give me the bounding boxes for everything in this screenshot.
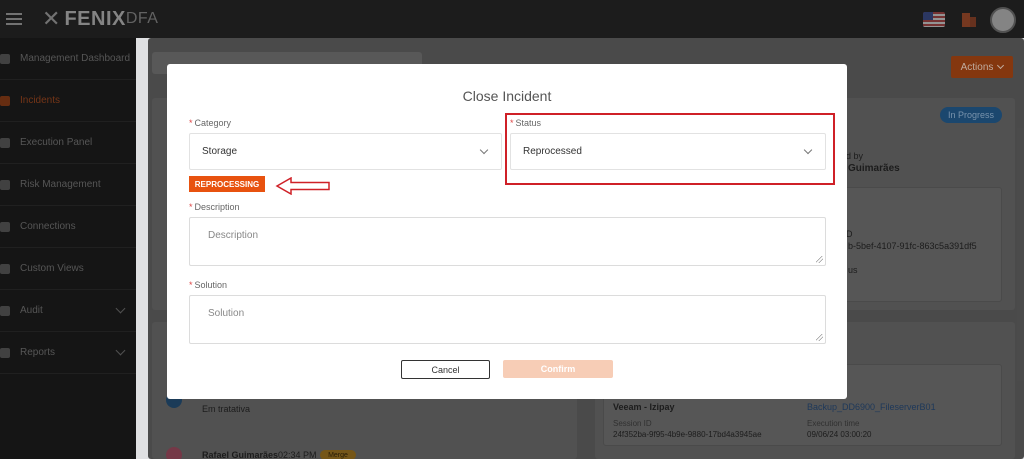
cancel-button[interactable]: Cancel bbox=[401, 360, 490, 379]
resize-handle-icon[interactable] bbox=[816, 256, 823, 263]
annotation-arrow-icon bbox=[275, 177, 330, 195]
annotation-highlight-box bbox=[505, 113, 835, 185]
solution-placeholder: Solution bbox=[208, 308, 245, 319]
resize-handle-icon[interactable] bbox=[816, 334, 823, 341]
chevron-down-icon bbox=[479, 145, 489, 155]
solution-label: * Solution bbox=[189, 280, 228, 290]
solution-textarea[interactable]: Solution bbox=[189, 295, 826, 344]
reprocessing-badge: REPROCESSING bbox=[189, 176, 265, 192]
category-label: * Category bbox=[189, 118, 232, 128]
description-textarea[interactable]: Description bbox=[189, 217, 826, 266]
description-label: * Description bbox=[189, 202, 240, 212]
category-value: Storage bbox=[202, 146, 238, 157]
confirm-button[interactable]: Confirm bbox=[503, 360, 613, 378]
category-select[interactable]: Storage bbox=[189, 133, 502, 170]
modal-title: Close Incident bbox=[462, 88, 552, 104]
description-placeholder: Description bbox=[208, 230, 259, 241]
